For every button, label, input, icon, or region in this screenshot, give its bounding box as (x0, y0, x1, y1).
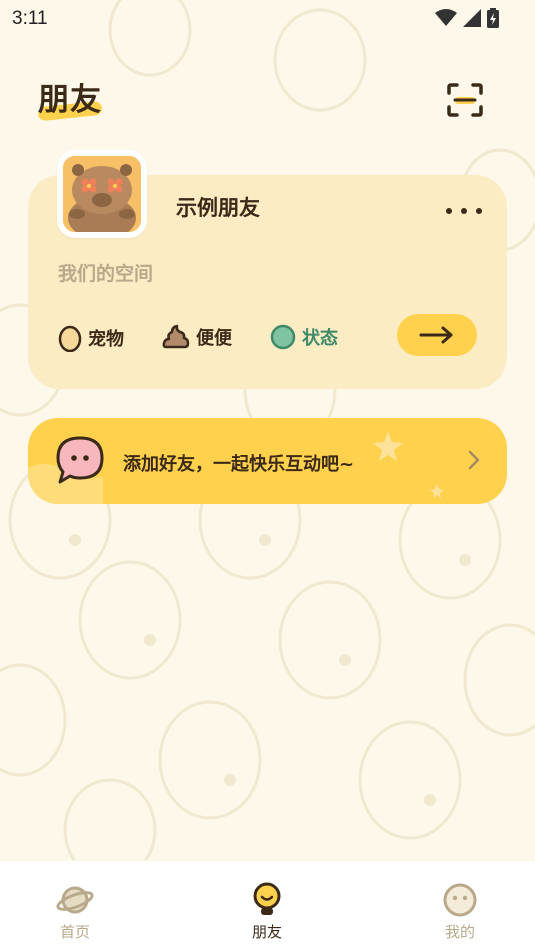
enter-space-button[interactable] (397, 314, 477, 356)
page-header: 朋友 (37, 74, 103, 122)
stat-status-label: 状态 (302, 328, 338, 349)
status-dot-icon (270, 324, 296, 350)
tab-home[interactable]: 首页 (25, 861, 125, 951)
stat-pet-label: 宠物 (88, 329, 124, 350)
arrow-right-icon (419, 326, 453, 344)
friend-bulb-icon (253, 882, 281, 915)
add-friend-text: 添加好友，一起快乐互动吧~ (123, 454, 355, 475)
bottom-tab-bar: 首页 朋友 我的 (0, 861, 535, 951)
stat-poop-label: 便便 (196, 328, 232, 349)
stat-poop[interactable]: 便便 (162, 324, 232, 350)
space-label: 我们的空间 (58, 263, 154, 285)
chevron-right-icon (468, 450, 480, 470)
stat-status[interactable]: 状态 (270, 324, 338, 350)
tab-friends[interactable]: 朋友 (217, 861, 317, 951)
face-icon (443, 883, 477, 917)
dot-icon (476, 208, 482, 214)
egg-icon (58, 325, 82, 352)
scan-icon[interactable] (446, 82, 484, 118)
dot-icon (446, 208, 452, 214)
wifi-icon (435, 9, 457, 26)
capybara-avatar-icon (63, 156, 141, 232)
status-time: 3:11 (12, 8, 48, 29)
avatar (63, 156, 141, 232)
friend-name: 示例朋友 (176, 196, 260, 220)
tab-mine[interactable]: 我的 (410, 861, 510, 951)
battery-icon (487, 8, 499, 28)
tab-mine-label: 我的 (444, 923, 475, 941)
signal-icon (463, 9, 481, 27)
planet-icon (56, 886, 94, 914)
tab-home-label: 首页 (59, 923, 90, 941)
tab-friends-label: 朋友 (251, 923, 282, 941)
friend-avatar-frame[interactable] (57, 150, 147, 238)
page-title: 朋友 (38, 82, 102, 118)
dot-icon (461, 208, 467, 214)
stat-pet[interactable]: 宠物 (58, 324, 124, 352)
chat-bubble-icon (56, 436, 104, 484)
more-options-button[interactable] (446, 204, 482, 218)
status-icons (435, 8, 499, 28)
status-bar: 3:11 (0, 0, 535, 36)
poop-icon (162, 324, 190, 349)
